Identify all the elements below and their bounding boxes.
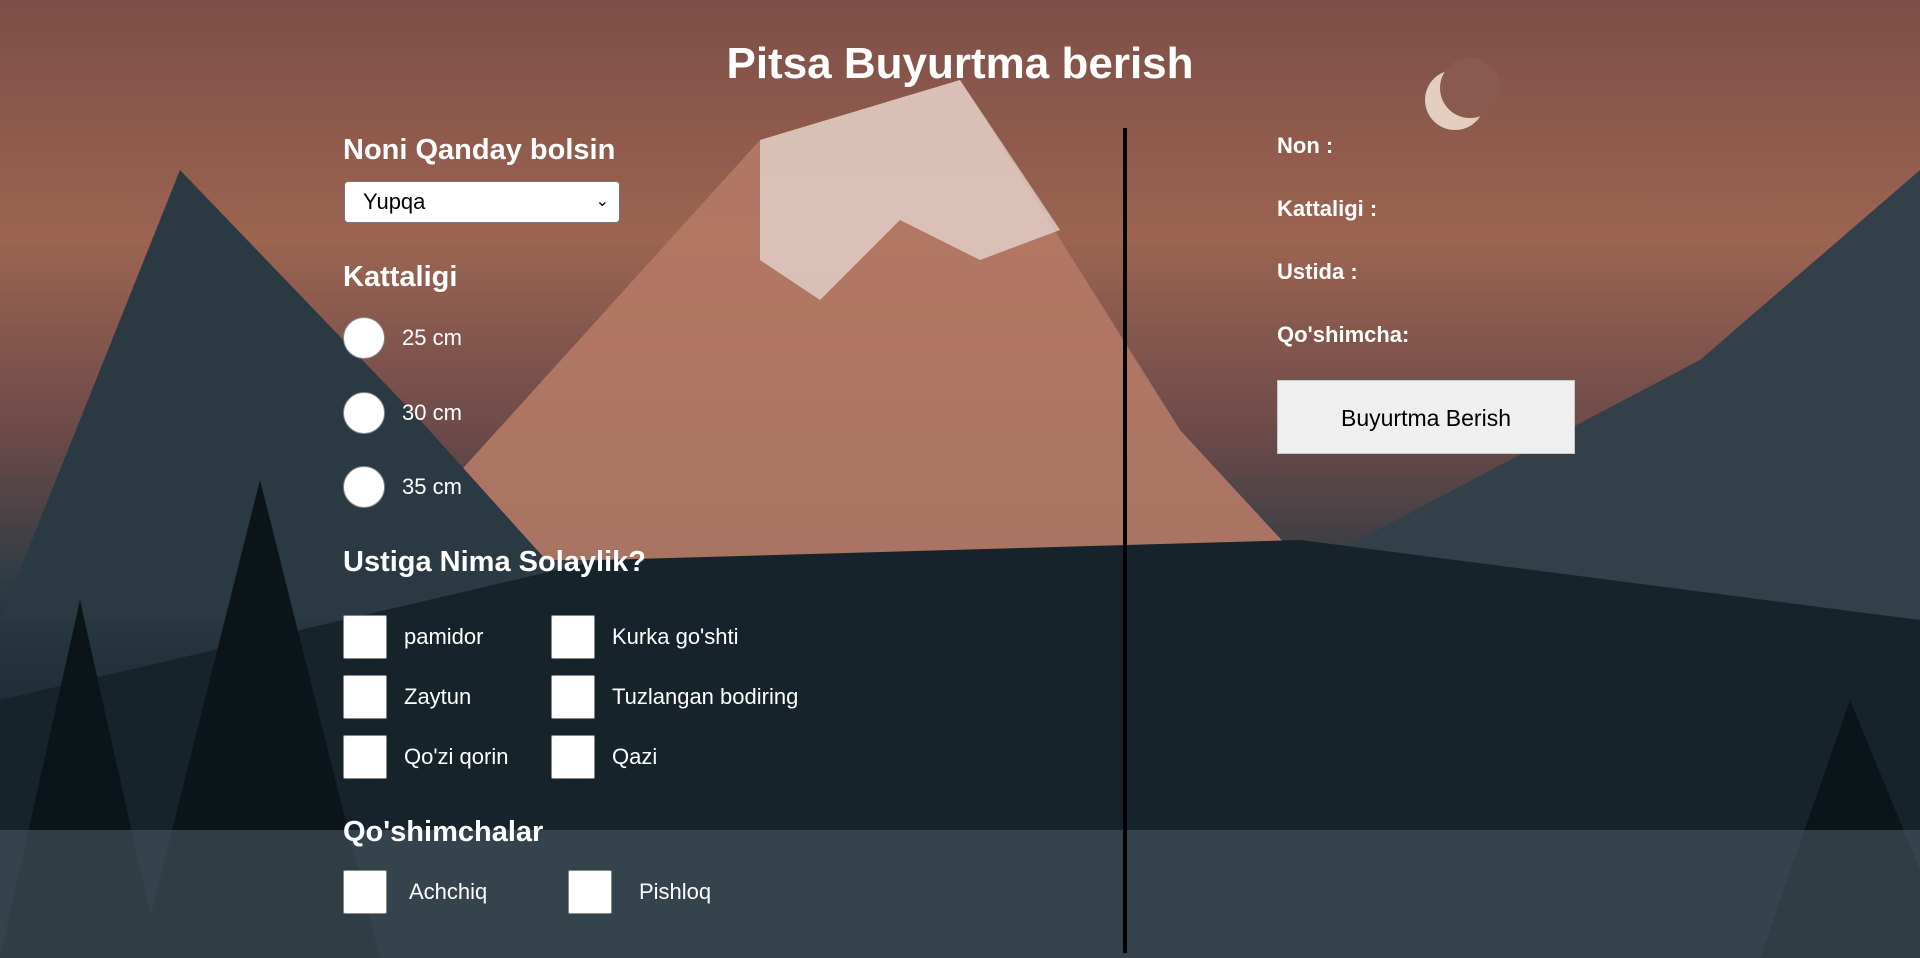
topping-option[interactable]: Qazi (551, 735, 657, 779)
order-button[interactable]: Buyurtma Berish (1277, 380, 1575, 454)
extra-label: Achchiq (409, 879, 488, 904)
column-divider (1123, 128, 1127, 953)
topping-checkbox-bodiring[interactable] (551, 675, 595, 719)
extra-checkbox-achchiq[interactable] (343, 870, 387, 914)
topping-checkbox-qazi[interactable] (551, 735, 595, 779)
topping-label: Kurka go'shti (612, 624, 739, 649)
topping-label: Tuzlangan bodiring (612, 684, 799, 709)
topping-label: Qo'zi qorin (404, 744, 509, 769)
size-radio-30[interactable] (343, 392, 385, 434)
size-label: 30 cm (402, 400, 462, 425)
size-radio-25[interactable] (343, 317, 385, 359)
page-title: Pitsa Buyurtma berish (726, 39, 1194, 88)
topping-label: Zaytun (404, 684, 472, 709)
topping-option[interactable]: Qo'zi qorin (343, 735, 508, 779)
topping-label: Qazi (612, 744, 658, 769)
extra-option[interactable]: Achchiq (343, 870, 487, 914)
extras-heading: Qo'shimchalar (343, 816, 544, 848)
chevron-down-icon: ⌄ (595, 193, 609, 210)
topping-checkbox-zaytun[interactable] (343, 675, 387, 719)
size-option[interactable]: 35 cm (343, 465, 462, 509)
crust-select-value: Yupqa (363, 189, 426, 214)
topping-option[interactable]: pamidor (343, 615, 483, 659)
topping-option[interactable]: Zaytun (343, 675, 471, 719)
summary-extras-label: Qo'shimcha: (1277, 322, 1410, 347)
size-option[interactable]: 25 cm (343, 316, 462, 360)
topping-checkbox-kurka[interactable] (551, 615, 595, 659)
crust-heading: Noni Qanday bolsin (343, 134, 616, 166)
topping-option[interactable]: Kurka go'shti (551, 615, 739, 659)
size-radio-35[interactable] (343, 466, 385, 508)
topping-checkbox-qozi-qorin[interactable] (343, 735, 387, 779)
size-option[interactable]: 30 cm (343, 391, 462, 435)
toppings-heading: Ustiga Nima Solaylik? (343, 546, 646, 578)
size-heading: Kattaligi (343, 261, 458, 293)
extra-checkbox-pishloq[interactable] (568, 870, 612, 914)
topping-label: pamidor (404, 624, 484, 649)
summary-crust-label: Non : (1277, 133, 1334, 158)
size-label: 25 cm (402, 325, 462, 350)
extra-label: Pishloq (639, 879, 712, 904)
summary-size-label: Kattaligi : (1277, 196, 1378, 221)
page-content: Pitsa Buyurtma berish Noni Qanday bolsin… (0, 0, 1920, 958)
size-label: 35 cm (402, 474, 462, 499)
extra-option[interactable]: Pishloq (568, 870, 711, 914)
crust-select[interactable]: Yupqa ⌄ (344, 181, 620, 223)
summary-toppings-label: Ustida : (1277, 259, 1358, 284)
topping-option[interactable]: Tuzlangan bodiring (551, 675, 798, 719)
topping-checkbox-pamidor[interactable] (343, 615, 387, 659)
